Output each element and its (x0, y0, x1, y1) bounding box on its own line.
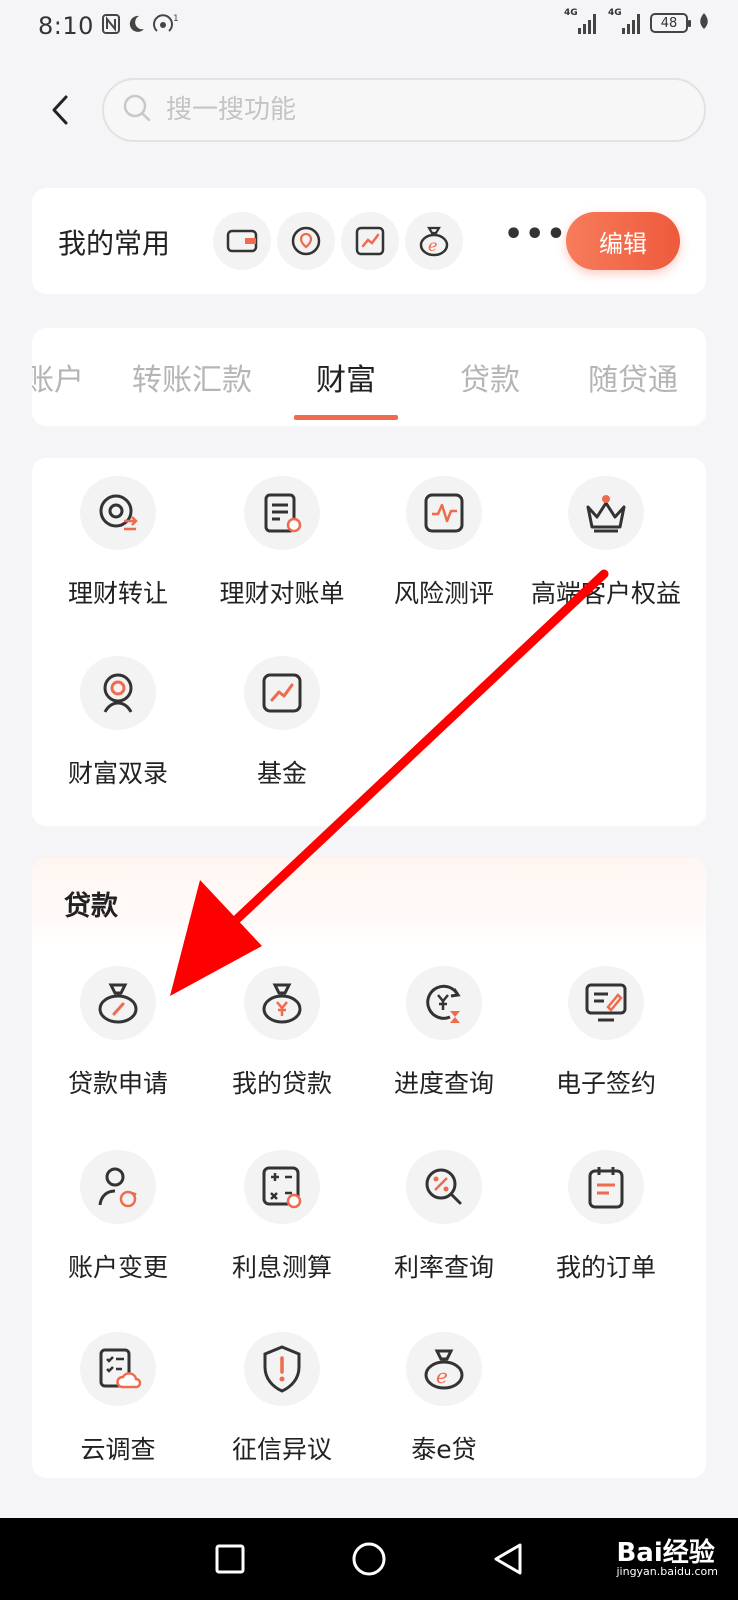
grid-item-wealth-statement[interactable]: 理财对账单 (200, 474, 364, 610)
circle-icon (352, 1542, 386, 1576)
favorites-card: 我的常用 e ••• 编辑 (32, 188, 706, 294)
tab-transfer[interactable]: 转账汇款 (108, 328, 276, 426)
search-bar[interactable] (102, 78, 706, 142)
camera-record-icon (103, 673, 133, 713)
moon-icon (126, 14, 146, 38)
grid-item-e-sign[interactable]: 电子签约 (524, 964, 688, 1100)
home-button[interactable] (339, 1529, 399, 1589)
fav-card-item[interactable] (212, 210, 272, 272)
back-button[interactable] (42, 90, 78, 130)
fav-location-item[interactable] (276, 210, 336, 272)
status-bar: 8:10 1 4G 4G 48 (0, 0, 738, 52)
grid-item-account-change[interactable]: 账户变更 (36, 1148, 200, 1284)
user-refresh-icon (98, 1167, 137, 1208)
tab-account[interactable]: 账户 (32, 328, 108, 426)
search-icon (122, 93, 152, 127)
category-tabs: 账户 转账汇款 财富 贷款 随贷通 (32, 328, 706, 426)
grid-item-credit-dispute[interactable]: 征信异议 (200, 1330, 364, 1466)
back-nav-button[interactable] (478, 1529, 538, 1589)
loan-bag-icon (98, 983, 138, 1024)
wealth-section: 理财转让 理财对账单 风险测评 高端客户权益 财富双录 基金 (32, 458, 706, 826)
loan-section: 贷款 贷款申请 我的贷款 进度查询 电子签约 账户变更 利息测算 利率查询 我的… (32, 858, 706, 1478)
chart-trend-icon (355, 226, 385, 256)
e-sign-icon (585, 983, 627, 1022)
card-icon (226, 229, 258, 253)
grid-item-wealth-recording[interactable]: 财富双录 (36, 654, 200, 790)
tab-wealth[interactable]: 财富 (276, 328, 416, 426)
svg-text:e: e (436, 1364, 448, 1388)
cloud-survey-icon (99, 1348, 142, 1389)
recent-apps-button[interactable] (200, 1529, 260, 1589)
square-icon (215, 1544, 245, 1574)
section-title: 贷款 (64, 891, 118, 922)
location-pin-icon (291, 226, 321, 256)
hotspot-icon: 1 (152, 13, 180, 39)
top-bar (0, 76, 738, 142)
risk-chart-icon (424, 493, 464, 533)
grid-item-rate-query[interactable]: 利率查询 (362, 1148, 526, 1284)
grid-item-interest-calc[interactable]: 利息测算 (200, 1148, 364, 1284)
grid-item-fund[interactable]: 基金 (200, 654, 364, 790)
yuan-bag-icon (262, 983, 302, 1024)
tab-credit-line[interactable]: 随贷通 (564, 328, 702, 426)
grid-item-progress-query[interactable]: 进度查询 (362, 964, 526, 1100)
triangle-back-icon (494, 1543, 522, 1575)
fund-icon (262, 673, 302, 713)
watermark: Bai经验 jingyan.baidu.com (616, 1538, 718, 1578)
crown-icon (586, 495, 626, 533)
calculator-icon (262, 1166, 302, 1209)
signal-icon: 4G (608, 8, 640, 34)
grid-item-tai-e-loan[interactable]: e 泰e贷 (362, 1330, 526, 1466)
progress-icon (426, 984, 461, 1023)
grid-item-wealth-transfer[interactable]: 理财转让 (36, 474, 200, 610)
grid-item-loan-apply[interactable]: 贷款申请 (36, 964, 200, 1100)
statement-icon (264, 493, 302, 533)
fav-money-bag-item[interactable]: e (404, 210, 464, 272)
search-input[interactable] (166, 95, 626, 125)
shield-alert-icon (263, 1345, 301, 1393)
grid-item-premium-benefits[interactable]: 高端客户权益 (524, 474, 688, 610)
edit-button[interactable]: 编辑 (566, 212, 680, 270)
fav-chart-item[interactable] (340, 210, 400, 272)
rate-search-icon (425, 1168, 462, 1205)
favorites-title: 我的常用 (58, 227, 171, 260)
signal-icon: 4G (564, 8, 596, 34)
grid-item-risk-assessment[interactable]: 风险测评 (362, 474, 526, 610)
tab-loan[interactable]: 贷款 (416, 328, 564, 426)
svg-text:e: e (428, 236, 437, 255)
grid-item-my-loans[interactable]: 我的贷款 (200, 964, 364, 1100)
chevron-left-icon (52, 95, 68, 125)
grid-item-my-orders[interactable]: 我的订单 (524, 1148, 688, 1284)
leaf-icon (698, 12, 710, 34)
e-loan-icon: e (424, 1349, 464, 1390)
grid-item-cloud-survey[interactable]: 云调查 (36, 1330, 200, 1466)
battery-icon: 48 (650, 13, 691, 33)
transfer-icon (99, 494, 138, 531)
more-icon[interactable]: ••• (504, 220, 568, 250)
nfc-icon (101, 14, 120, 38)
order-icon (588, 1167, 624, 1209)
svg-text:1: 1 (173, 14, 179, 24)
money-bag-icon: e (419, 226, 449, 257)
status-time: 8:10 (38, 12, 94, 40)
